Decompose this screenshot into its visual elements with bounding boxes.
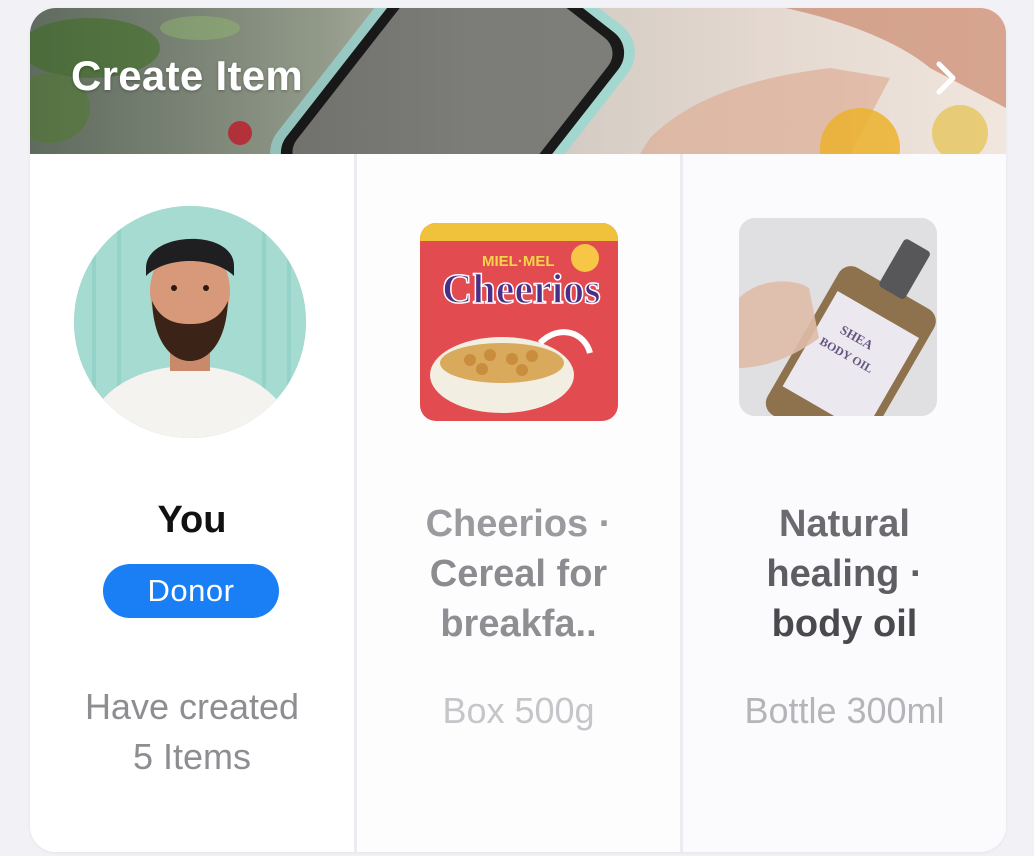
item-title-line3: breakfa.. xyxy=(440,603,597,645)
item-title-line1: Natural xyxy=(779,503,910,545)
package-name-text: Cheerios xyxy=(442,267,601,313)
item-thumbnail-body-oil: SHEA BODY OIL xyxy=(739,218,937,416)
item-quantity: Box 500g xyxy=(442,690,595,731)
item-title-line2: healing · xyxy=(766,553,923,595)
create-item-banner[interactable]: Create Item xyxy=(30,8,1006,154)
create-item-card: Create Item You Donor Have created 5 Ite… xyxy=(30,8,1006,852)
donor-badge: Donor xyxy=(103,564,279,618)
item-card-body-oil[interactable]: SHEA BODY OIL Natural healing · body oil… xyxy=(683,154,1006,852)
item-title-line3: body oil xyxy=(771,603,918,645)
body-oil-bottle-image: SHEA BODY OIL xyxy=(739,218,937,416)
item-thumbnail-cheerios: MIEL·MEL Cheerios xyxy=(420,223,618,421)
avatar-photo xyxy=(74,206,306,438)
items-created-label: Have created xyxy=(84,686,300,727)
profile-card[interactable]: You Donor Have created 5 Items xyxy=(30,154,354,852)
profile-name: You xyxy=(157,499,227,541)
avatar xyxy=(74,206,306,438)
chevron-right-icon[interactable] xyxy=(926,58,966,98)
item-title-line2: Cereal for xyxy=(429,553,608,595)
banner-title: Create Item xyxy=(71,52,304,99)
item-title-line1: Cheerios · xyxy=(425,503,612,545)
item-quantity: Bottle 300ml xyxy=(744,690,945,731)
item-card-cheerios[interactable]: MIEL·MEL Cheerios Cheerios · Cereal for … xyxy=(357,154,680,852)
items-created-count: 5 Items xyxy=(132,736,252,777)
cheerios-box-image: MIEL·MEL Cheerios xyxy=(420,223,618,421)
